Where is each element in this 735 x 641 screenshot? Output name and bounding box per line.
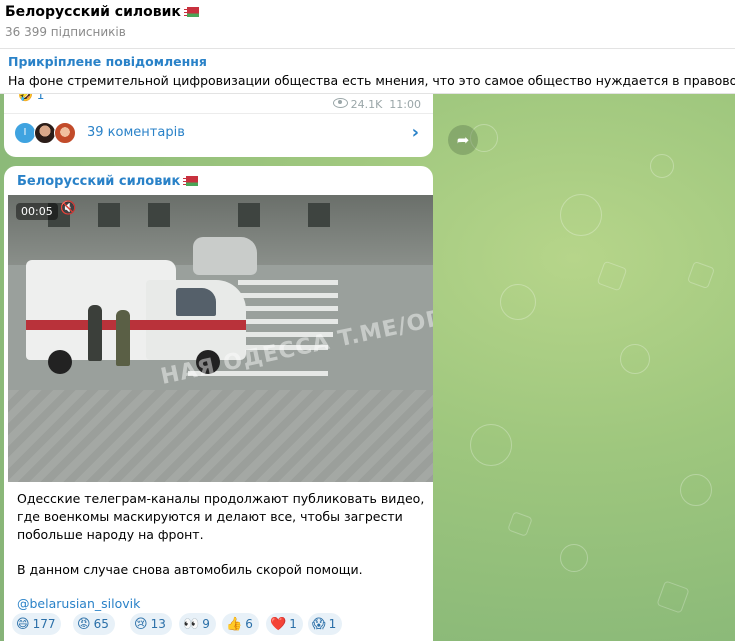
avatar: [54, 122, 76, 144]
comments-label: 39 коментарів: [87, 125, 185, 140]
reaction-chip[interactable]: 👍 6: [222, 613, 259, 635]
message-text: Одесские телеграм-каналы продолжают публ…: [17, 490, 427, 613]
video-player[interactable]: НАЯ ОДЕССА T.ME/OD 00:05 🔇: [8, 195, 433, 482]
avatar: I: [14, 122, 36, 144]
video-duration: 00:05: [16, 203, 58, 220]
message-time: 11:00: [389, 98, 421, 111]
wallpaper-doodle: [560, 544, 588, 572]
video-frame-person: [116, 310, 130, 366]
comments-button[interactable]: I 39 коментарів ›: [4, 114, 433, 155]
video-frame-ambulance: [26, 250, 246, 374]
pinned-text: На фоне стремительной цифровизации общес…: [8, 73, 735, 88]
channel-name: Белорусский силовик: [5, 4, 181, 20]
video-frame-person: [88, 305, 102, 361]
wallpaper-doodle: [650, 154, 674, 178]
wallpaper-doodle: [656, 580, 690, 614]
reaction-chip[interactable]: 🤣 1: [18, 94, 44, 102]
reaction-chip[interactable]: 👀 9: [179, 613, 216, 635]
channel-link[interactable]: @belarusian_silovik: [17, 595, 427, 613]
reaction-chip[interactable]: 😢 13: [130, 613, 172, 635]
share-icon[interactable]: ➦: [448, 125, 478, 155]
wallpaper-doodle: [680, 474, 712, 506]
reaction-chip[interactable]: 😡 65: [73, 613, 115, 635]
wallpaper-doodle: [507, 511, 533, 537]
subscriber-count: 36 399 підписників: [5, 25, 126, 39]
chevron-right-icon: ›: [411, 122, 419, 143]
message-meta: 24.1K 11:00: [332, 98, 421, 111]
wallpaper-doodle: [470, 424, 512, 466]
avatar: [34, 122, 56, 144]
reaction-chip[interactable]: 😄 177: [12, 613, 62, 635]
view-count: 24.1K: [350, 98, 383, 111]
mute-icon[interactable]: 🔇: [60, 201, 76, 216]
belarus-flag-icon: [183, 176, 199, 186]
message-bubble[interactable]: Белорусский силовик НАЯ ОДЕССА T.ME/OD 0…: [4, 166, 433, 641]
pinned-message-bar[interactable]: Прикріплене повідомлення На фоне стремит…: [0, 49, 735, 94]
wallpaper-doodle: [596, 260, 628, 292]
wallpaper-doodle: [560, 194, 602, 236]
reaction-chip[interactable]: 😱 1: [308, 613, 343, 635]
chat-area[interactable]: 🤣 1 24.1K 11:00 I 39 коментарів › ➦ Бело…: [0, 94, 735, 641]
message-paragraph: Одесские телеграм-каналы продолжают публ…: [17, 491, 425, 542]
belarus-flag-icon: [183, 7, 199, 17]
chat-header[interactable]: Белорусский силовик 36 399 підписників: [0, 0, 735, 49]
commenter-avatars: I: [14, 122, 78, 144]
channel-title: Белорусский силовик: [5, 4, 199, 20]
pinned-title: Прикріплене повідомлення: [8, 54, 207, 69]
reaction-chip[interactable]: ❤️ 1: [266, 613, 303, 635]
wallpaper-doodle: [620, 344, 650, 374]
wallpaper-doodle: [686, 260, 716, 290]
video-frame-pavement: [8, 390, 433, 482]
message-sender[interactable]: Белорусский силовик: [17, 174, 199, 189]
wallpaper-doodle: [500, 284, 536, 320]
message-paragraph: В данном случае снова автомобиль скорой …: [17, 562, 363, 577]
eye-icon: [332, 98, 348, 108]
message-bubble[interactable]: 🤣 1 24.1K 11:00 I 39 коментарів ›: [4, 94, 433, 157]
